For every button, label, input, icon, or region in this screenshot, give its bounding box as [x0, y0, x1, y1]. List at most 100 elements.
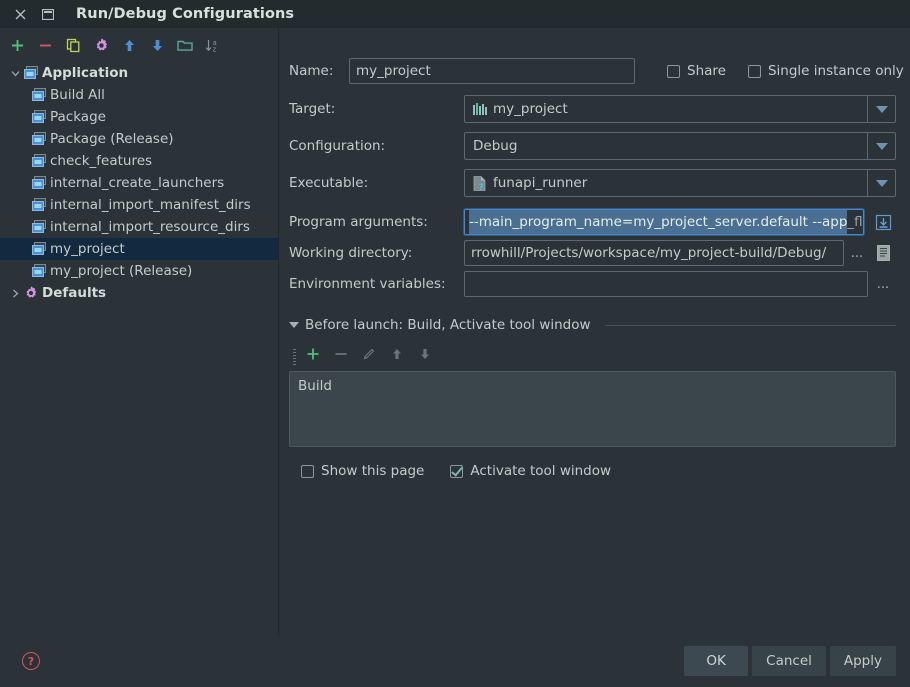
folder-icon[interactable] [176, 36, 194, 54]
tree-node-label: internal_create_launchers [50, 175, 225, 191]
working-directory-input[interactable]: rrowhill/Projects/workspace/my_project-b… [464, 240, 844, 266]
chevron-down-icon [875, 179, 888, 187]
tree-node-internal-import-manifest-dirs[interactable]: internal_import_manifest_dirs [0, 194, 278, 216]
remove-configuration-button[interactable] [36, 36, 54, 54]
environment-variables-browse-button[interactable]: ... [870, 271, 896, 297]
tree-node-internal-create-launchers[interactable]: internal_create_launchers [0, 172, 278, 194]
program-arguments-expand-button[interactable] [870, 209, 896, 235]
before-launch-add-button[interactable] [305, 346, 321, 362]
share-checkbox[interactable]: Share [667, 63, 726, 79]
name-field-row: Name: my_project Share Single instance o… [289, 58, 904, 84]
before-launch-header[interactable]: Before launch: Build, Activate tool wind… [289, 315, 896, 335]
configurations-tree[interactable]: Application Build All Package Package (R… [0, 58, 278, 635]
dialog-body: a z Application Build All Package Packag… [0, 28, 910, 635]
name-label: Name: [289, 63, 334, 79]
single-instance-checkbox[interactable]: Single instance only [747, 63, 904, 79]
application-icon [22, 65, 40, 81]
arrow-up-icon[interactable] [120, 36, 138, 54]
single-instance-checkbox-box[interactable] [747, 64, 761, 78]
gear-icon[interactable] [92, 36, 110, 54]
chevron-right-icon[interactable] [8, 286, 22, 300]
name-input[interactable]: my_project [349, 58, 635, 84]
drag-handle[interactable] [293, 349, 296, 367]
tree-node-label: internal_import_manifest_dirs [50, 197, 251, 213]
window-menu-icon[interactable] [38, 4, 58, 24]
before-launch-task-list[interactable]: Build [289, 371, 896, 447]
tree-node-application[interactable]: Application [0, 62, 278, 84]
sort-az-icon[interactable]: a z [204, 36, 222, 54]
help-icon[interactable]: ? [22, 652, 40, 670]
executable-label: Executable: [289, 175, 369, 191]
tree-node-my-project-release[interactable]: my_project (Release) [0, 260, 278, 282]
before-launch-group: Before launch: Build, Activate tool wind… [289, 315, 896, 479]
tree-node-package[interactable]: Package [0, 106, 278, 128]
working-directory-field-row: Working directory: rrowhill/Projects/wor… [289, 240, 896, 266]
program-arguments-label: Program arguments: [289, 214, 428, 230]
configuration-dropdown-arrow[interactable] [867, 133, 895, 159]
working-directory-macro-button[interactable] [870, 240, 896, 266]
share-checkbox-box[interactable] [667, 64, 680, 78]
tree-node-defaults[interactable]: Defaults [0, 282, 278, 304]
executable-dropdown-arrow[interactable] [867, 170, 895, 196]
target-combo-value[interactable]: my_project [465, 96, 867, 122]
arrow-down-icon[interactable] [148, 36, 166, 54]
program-arguments-field-row: Program arguments: --main_program_name=m… [289, 209, 896, 235]
cancel-button[interactable]: Cancel [752, 646, 826, 676]
tree-node-package-release[interactable]: Package (Release) [0, 128, 278, 150]
activate-tool-window-checkbox-box[interactable] [450, 464, 464, 478]
environment-variables-label: Environment variables: [289, 276, 446, 292]
tree-node-label: Defaults [42, 285, 107, 301]
tree-node-check-features[interactable]: check_features [0, 150, 278, 172]
divider [604, 324, 896, 326]
target-combo[interactable]: my_project [464, 95, 896, 123]
before-launch-edit-button[interactable] [361, 346, 377, 362]
configuration-combo-value[interactable]: Debug [465, 133, 867, 159]
chevron-down-icon[interactable] [289, 322, 299, 328]
tree-node-label: my_project (Release) [50, 263, 193, 279]
before-launch-move-up-button[interactable] [389, 346, 405, 362]
run-config-icon [30, 197, 48, 213]
tree-node-build-all[interactable]: Build All [0, 84, 278, 106]
run-config-icon [30, 109, 48, 125]
executable-combo-value[interactable]: ? funapi_runner [465, 170, 867, 196]
target-dropdown-arrow[interactable] [867, 96, 895, 122]
activate-tool-window-label: Activate tool window [470, 463, 612, 479]
tree-node-label: my_project [50, 241, 125, 257]
svg-text:?: ? [479, 183, 484, 191]
tree-node-internal-import-resource-dirs[interactable]: internal_import_resource_dirs [0, 216, 278, 238]
environment-variables-field-row: Environment variables: ... [289, 271, 896, 297]
chevron-down-icon [875, 142, 888, 150]
configuration-combo[interactable]: Debug [464, 132, 896, 160]
run-config-icon [30, 153, 48, 169]
activate-tool-window-checkbox[interactable]: Activate tool window [450, 463, 611, 479]
ok-button[interactable]: OK [684, 646, 749, 676]
target-label: Target: [289, 101, 336, 117]
show-this-page-checkbox-box[interactable] [301, 464, 314, 478]
run-debug-configurations-dialog: Run/Debug Configurations a z Application… [0, 0, 910, 687]
environment-variables-input[interactable] [464, 271, 868, 297]
working-directory-browse-button[interactable]: ... [846, 240, 868, 266]
configurations-toolbar: a z [0, 32, 278, 58]
copy-configuration-button[interactable] [64, 36, 82, 54]
run-config-icon [30, 175, 48, 191]
executable-combo[interactable]: ? funapi_runner [464, 169, 896, 197]
configuration-field-row: Configuration: Debug [289, 132, 896, 160]
show-this-page-label: Show this page [321, 463, 425, 479]
target-bars-icon [473, 102, 487, 116]
show-this-page-checkbox[interactable]: Show this page [301, 463, 424, 479]
before-launch-move-down-button[interactable] [417, 346, 433, 362]
add-configuration-button[interactable] [8, 36, 26, 54]
tree-node-my-project[interactable]: my_project [0, 238, 278, 260]
target-field-row: Target: my_project [289, 95, 896, 123]
before-launch-remove-button[interactable] [333, 346, 349, 362]
apply-button[interactable]: Apply [829, 646, 896, 676]
tree-node-label: Package (Release) [50, 131, 174, 147]
before-launch-task-item[interactable]: Build [298, 378, 887, 394]
program-arguments-input[interactable]: --main_program_name=my_project_server.de… [464, 209, 864, 235]
run-config-icon [30, 131, 48, 147]
before-launch-title: Before launch: Build, Activate tool wind… [305, 317, 591, 333]
close-icon[interactable] [10, 4, 30, 24]
configuration-label: Configuration: [289, 138, 386, 154]
before-launch-toolbar [305, 341, 896, 367]
chevron-down-icon[interactable] [8, 66, 22, 80]
